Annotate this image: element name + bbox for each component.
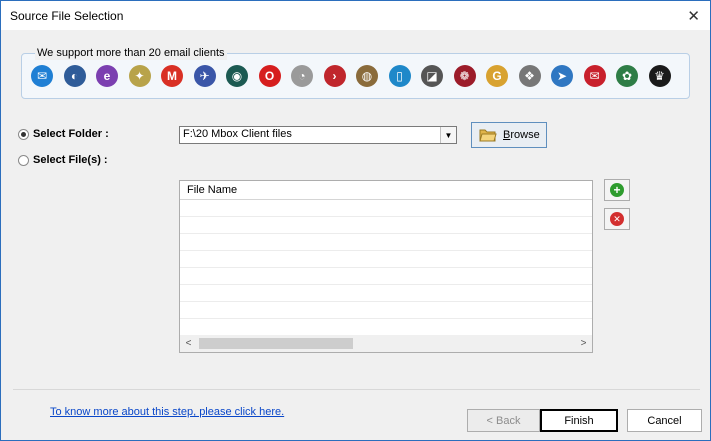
sparrow-icon: ➤ (551, 65, 573, 87)
remove-icon: ✕ (610, 212, 624, 226)
mailcopa-icon: ✿ (616, 65, 638, 87)
dialog-title: Source File Selection (10, 9, 124, 23)
close-icon[interactable]: ✕ (687, 7, 700, 25)
scroll-left-icon[interactable]: < (180, 335, 197, 352)
file-list-header[interactable]: File Name (180, 181, 592, 200)
title-bar: Source File Selection ✕ (1, 1, 710, 30)
list-row-divider (180, 318, 592, 319)
postbox-icon: ✈ (193, 65, 216, 87)
cancel-button[interactable]: Cancel (627, 409, 702, 432)
scrollbar-thumb[interactable] (199, 338, 353, 349)
source-file-selection-dialog: Source File Selection ✕ We support more … (0, 0, 711, 441)
mail-envelope-icon: ✉ (31, 65, 53, 87)
footer-divider (13, 389, 700, 390)
supported-clients-group: We support more than 20 email clients ✉ ◐… (21, 47, 690, 99)
file-name-column-header: File Name (187, 184, 238, 196)
gmail-icon: M (161, 65, 183, 87)
remove-file-button[interactable]: ✕ (604, 208, 630, 230)
browse-button[interactable]: Browse (471, 122, 547, 148)
claws-mail-icon: ❁ (453, 65, 476, 87)
select-folder-label: Select Folder : (33, 128, 109, 140)
horizontal-scrollbar[interactable]: < > (180, 335, 592, 352)
add-file-button[interactable]: + (604, 179, 630, 201)
opera-mail-icon: O (258, 65, 281, 87)
select-files-option[interactable]: Select File(s) : (18, 154, 108, 166)
seamonkey-icon: ◉ (226, 65, 248, 87)
folder-path-combobox[interactable]: F:\20 Mbox Client files ▼ (179, 126, 457, 144)
the-bat-icon: ♛ (648, 65, 671, 87)
thunderbird-icon: ◐ (63, 65, 86, 87)
netscape-icon: ▯ (388, 65, 411, 87)
file-list[interactable]: File Name < > (179, 180, 593, 353)
mulberry-icon: › (323, 65, 346, 87)
select-files-radio[interactable] (18, 154, 29, 166)
list-row-divider (180, 267, 592, 268)
list-row-divider (180, 301, 592, 302)
dialog-body: We support more than 20 email clients ✉ ◐… (1, 30, 710, 440)
folder-open-icon (479, 128, 497, 142)
mail-clock-icon: ◔ (291, 65, 313, 87)
finish-button[interactable]: Finish (540, 409, 618, 432)
select-files-label: Select File(s) : (33, 154, 108, 166)
entourage-icon: ◪ (421, 65, 443, 87)
mail-red-icon: ✉ (583, 65, 606, 87)
scroll-right-icon[interactable]: > (575, 335, 592, 352)
gyazmail-icon: G (486, 65, 508, 87)
supported-clients-legend: We support more than 20 email clients (35, 47, 227, 60)
select-folder-option[interactable]: Select Folder : (18, 128, 109, 140)
back-button[interactable]: < Back (467, 409, 540, 432)
eudora-icon: e (96, 65, 118, 87)
list-row-divider (180, 284, 592, 285)
list-row-divider (180, 216, 592, 217)
pocomail-icon: ✦ (128, 65, 151, 87)
select-folder-radio[interactable] (18, 128, 29, 140)
list-row-divider (180, 233, 592, 234)
apple-mail-icon: ◍ (356, 65, 378, 87)
list-row-divider (180, 250, 592, 251)
help-link[interactable]: To know more about this step, please cli… (50, 406, 284, 418)
sylpheed-icon: ❖ (518, 65, 541, 87)
browse-label: Browse (503, 129, 540, 141)
chevron-down-icon[interactable]: ▼ (440, 127, 456, 143)
folder-path-value: F:\20 Mbox Client files (183, 128, 292, 140)
plus-icon: + (610, 183, 624, 197)
